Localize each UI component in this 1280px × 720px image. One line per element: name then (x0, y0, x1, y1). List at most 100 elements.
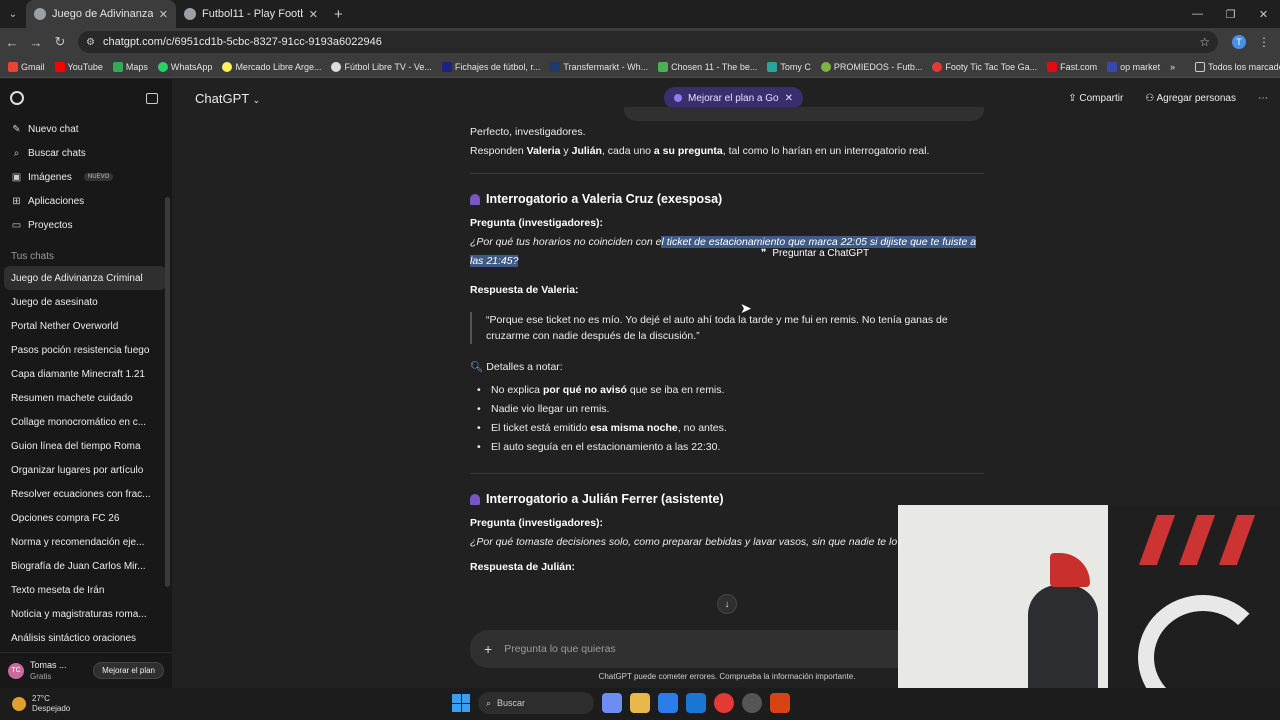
bookmark-tomyc[interactable]: Tomy C (767, 61, 811, 72)
chat-item[interactable]: Biografía de Juan Carlos Mir... (0, 554, 172, 578)
chat-item[interactable]: Organizar lugares por artículo (0, 458, 172, 482)
url-field[interactable]: ⚙ chatgpt.com/c/6951cd1b-5cbc-8327-91cc-… (78, 31, 1218, 53)
browser-tab-active[interactable]: Juego de Adivinanza Criminal ✕ (26, 0, 176, 28)
folder-icon: ▭ (11, 219, 22, 231)
bookmark-chosen11[interactable]: Chosen 11 - The be... (658, 61, 757, 72)
close-pill-icon[interactable]: ✕ (785, 93, 793, 104)
windows-taskbar: 27°C Despejado ⌕ Buscar (0, 688, 1280, 720)
composer-input[interactable]: Pregunta lo que quieras (504, 643, 616, 655)
reload-icon[interactable]: ↻ (48, 34, 72, 50)
chat-item[interactable]: Guion línea del tiempo Roma (0, 434, 172, 458)
person-icon (470, 493, 480, 505)
maximize-icon[interactable]: ❐ (1214, 0, 1247, 28)
copilot-icon[interactable] (602, 693, 622, 713)
file-explorer-icon[interactable] (630, 693, 650, 713)
bookmark-mercadolibre[interactable]: Mercado Libre Arge... (222, 61, 321, 72)
browser-menu-icon[interactable]: ⋮ (1258, 35, 1270, 49)
openai-logo-icon[interactable] (10, 91, 24, 105)
quote-icon: ❞ (761, 248, 767, 259)
scroll-down-button[interactable]: ↓ (717, 594, 737, 614)
ask-chatgpt-tooltip[interactable]: ❞ Preguntar a ChatGPT (761, 248, 870, 259)
outlook-icon[interactable] (686, 693, 706, 713)
chat-item[interactable]: Juego de asesinato (0, 290, 172, 314)
chat-item[interactable]: Texto meseta de Irán (0, 578, 172, 602)
model-selector[interactable]: ChatGPT ⌄ (195, 91, 260, 106)
app-icon[interactable] (770, 693, 790, 713)
tab-label: Juego de Adivinanza Criminal (52, 8, 153, 20)
bookmark-maps[interactable]: Maps (112, 61, 148, 72)
minimize-icon[interactable]: — (1181, 0, 1214, 28)
tab-close-icon[interactable]: ✕ (309, 8, 318, 21)
chat-item[interactable]: Opciones compra FC 26 (0, 506, 172, 530)
close-window-icon[interactable]: ✕ (1247, 0, 1280, 28)
list-item: El auto seguía en el estacionamiento a l… (470, 438, 984, 457)
divider (470, 473, 984, 474)
add-people-button[interactable]: ⚇ Agregar personas (1145, 93, 1236, 104)
upgrade-go-pill[interactable]: Mejorar el plan a Go ✕ (664, 87, 803, 109)
weather-icon (12, 697, 26, 711)
question-text: ¿Por qué tomaste decisiones solo, como p… (470, 536, 900, 548)
more-bookmarks-icon[interactable]: » (1170, 62, 1175, 72)
bookmark-star-icon[interactable]: ☆ (1199, 35, 1210, 49)
chat-item[interactable]: Norma y recomendación eje... (0, 530, 172, 554)
profile-avatar[interactable]: T (1232, 35, 1246, 49)
chat-item[interactable]: Análisis sintáctico oraciones (0, 626, 172, 650)
person-add-icon: ⚇ (1145, 92, 1155, 104)
forward-icon[interactable]: → (24, 35, 48, 50)
obs-icon[interactable] (742, 693, 762, 713)
chat-item[interactable]: Portal Nether Overworld (0, 314, 172, 338)
chat-item[interactable]: Capa diamante Minecraft 1.21 (0, 362, 172, 386)
bookmark-transfermarkt[interactable]: Transfermarkt - Wh... (550, 61, 648, 72)
url-text: chatgpt.com/c/6951cd1b-5cbc-8327-91cc-91… (102, 36, 382, 48)
user-menu[interactable]: TC Tomas ... Gratis Mejorar el plan (0, 652, 172, 688)
tab-search-icon[interactable]: ⌄ (0, 9, 26, 20)
chat-item[interactable]: Pasos poción resistencia fuego (0, 338, 172, 362)
bookmark-fastcom[interactable]: Fast.com (1047, 61, 1097, 72)
sidebar-new-chat[interactable]: ✎ Nuevo chat (0, 117, 172, 141)
windows-start-icon[interactable] (452, 694, 470, 712)
upgrade-plan-button[interactable]: Mejorar el plan (93, 662, 164, 679)
store-icon[interactable] (658, 693, 678, 713)
search-icon: ⌕ (13, 147, 20, 159)
sidebar-images[interactable]: ▣ Imágenes NUEVO (0, 165, 172, 189)
sidebar-toggle-icon[interactable] (146, 92, 158, 104)
bookmark-gmail[interactable]: Gmail (8, 61, 45, 72)
chats-section-title: Tus chats (11, 251, 54, 262)
sidebar-search-chats[interactable]: ⌕ Buscar chats (0, 141, 172, 165)
chrome-icon[interactable] (714, 693, 734, 713)
sidebar-scrollbar[interactable] (165, 197, 170, 587)
bookmark-fichajes[interactable]: Fichajes de fútbol, r... (441, 61, 540, 72)
chat-item[interactable]: Resolver ecuaciones con frac... (0, 482, 172, 506)
attach-plus-icon[interactable]: + (484, 641, 492, 657)
weather-widget[interactable]: 27°C Despejado (0, 694, 200, 714)
new-badge: NUEVO (83, 173, 114, 181)
bookmark-futbollibre[interactable]: Fútbol Libre TV - Ve... (331, 61, 432, 72)
sidebar-apps[interactable]: ⊞ Aplicaciones (0, 189, 172, 213)
taskbar-search[interactable]: ⌕ Buscar (478, 692, 594, 714)
more-options-icon[interactable]: ⋯ (1258, 93, 1268, 104)
section-heading: Interrogatorio a Julián Ferrer (asistent… (470, 492, 984, 506)
bookmark-opmarket[interactable]: op market (1107, 61, 1160, 72)
all-bookmarks-folder[interactable]: Todos los marcadores (1195, 61, 1280, 72)
details-list: No explica por qué no avisó que se iba e… (470, 381, 984, 457)
bookmark-youtube[interactable]: YouTube (54, 61, 103, 72)
chevron-down-icon: ⌄ (252, 94, 261, 105)
user-name: Tomas ... (30, 659, 67, 670)
shirt-stripe (1138, 515, 1176, 565)
new-tab-icon[interactable]: + (334, 6, 343, 23)
chat-item[interactable]: Noticia y magistraturas roma... (0, 602, 172, 626)
back-icon[interactable]: ← (0, 35, 24, 50)
chat-item[interactable]: Resumen machete cuidado (0, 386, 172, 410)
chat-item[interactable]: Juego de Adivinanza Criminal (4, 266, 166, 290)
bookmark-footytictactoe[interactable]: Footy Tic Tac Toe Ga... (932, 61, 1037, 72)
sidebar-projects[interactable]: ▭ Proyectos (0, 213, 172, 237)
bookmark-promiedos[interactable]: PROMIEDOS - Futb... (820, 61, 922, 72)
site-info-icon[interactable]: ⚙ (86, 37, 95, 48)
tab-close-icon[interactable]: ✕ (159, 8, 168, 21)
browser-tab[interactable]: Futbol11 - Play Football 11 ✕ (176, 0, 326, 28)
share-button[interactable]: ⇪ Compartir (1068, 93, 1123, 104)
bookmark-whatsapp[interactable]: WhatsApp (157, 61, 212, 72)
browser-tab-bar: ⌄ Juego de Adivinanza Criminal ✕ Futbol1… (0, 0, 1280, 28)
chat-item[interactable]: Collage monocromático en c... (0, 410, 172, 434)
sparkle-icon (674, 94, 682, 102)
